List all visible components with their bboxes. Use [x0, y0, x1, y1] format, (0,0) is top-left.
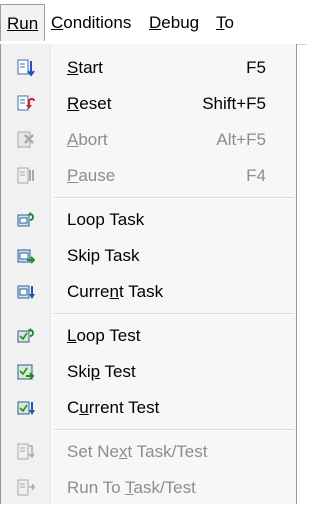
skip-test-icon — [17, 364, 35, 380]
loop-task-icon — [17, 212, 34, 227]
menubar-conditions[interactable]: Conditions — [45, 4, 137, 41]
menu-separator — [53, 429, 294, 431]
menu-item-skip-task[interactable]: Skip Task — [3, 238, 294, 274]
menu-item-loop-test[interactable]: Loop Test — [3, 318, 294, 354]
menu-item-run-to[interactable]: Run To Task/Test — [3, 470, 294, 506]
run-menu: Start F5 Reset Shift+F5 Abort Alt+F5 Pau… — [0, 44, 297, 504]
start-icon — [17, 59, 35, 77]
menu-item-loop-task[interactable]: Loop Task — [3, 202, 294, 238]
menu-item-current-test[interactable]: Current Test — [3, 390, 294, 426]
menu-item-current-task[interactable]: Current Task — [3, 274, 294, 310]
abort-icon — [17, 131, 34, 148]
menu-item-abort[interactable]: Abort Alt+F5 — [3, 122, 294, 158]
shortcut-text: F4 — [246, 166, 266, 185]
menu-item-set-next[interactable]: Set Next Task/Test — [3, 434, 294, 470]
current-test-icon — [17, 401, 35, 415]
menu-separator — [53, 197, 294, 199]
pause-icon — [17, 167, 34, 184]
menu-item-skip-test[interactable]: Skip Test — [3, 354, 294, 390]
menu-item-reset[interactable]: Reset Shift+F5 — [3, 86, 294, 122]
shortcut-text: F5 — [246, 58, 266, 77]
menubar-debug[interactable]: Debug — [143, 4, 205, 41]
menu-item-start[interactable]: Start F5 — [3, 50, 294, 86]
shortcut-text: Alt+F5 — [216, 130, 266, 149]
run-to-icon — [17, 479, 35, 496]
menu-bar: Run Conditions Debug To — [0, 0, 307, 45]
set-next-icon — [17, 443, 35, 460]
menu-separator — [53, 313, 294, 315]
menu-item-pause[interactable]: Pause F4 — [3, 158, 294, 194]
loop-test-icon — [17, 328, 34, 343]
menubar-tools[interactable]: To — [210, 4, 240, 41]
menubar-run[interactable]: Run — [0, 4, 45, 41]
current-task-icon — [17, 285, 35, 299]
skip-task-icon — [17, 249, 35, 264]
reset-icon — [17, 95, 35, 111]
shortcut-text: Shift+F5 — [202, 94, 266, 113]
